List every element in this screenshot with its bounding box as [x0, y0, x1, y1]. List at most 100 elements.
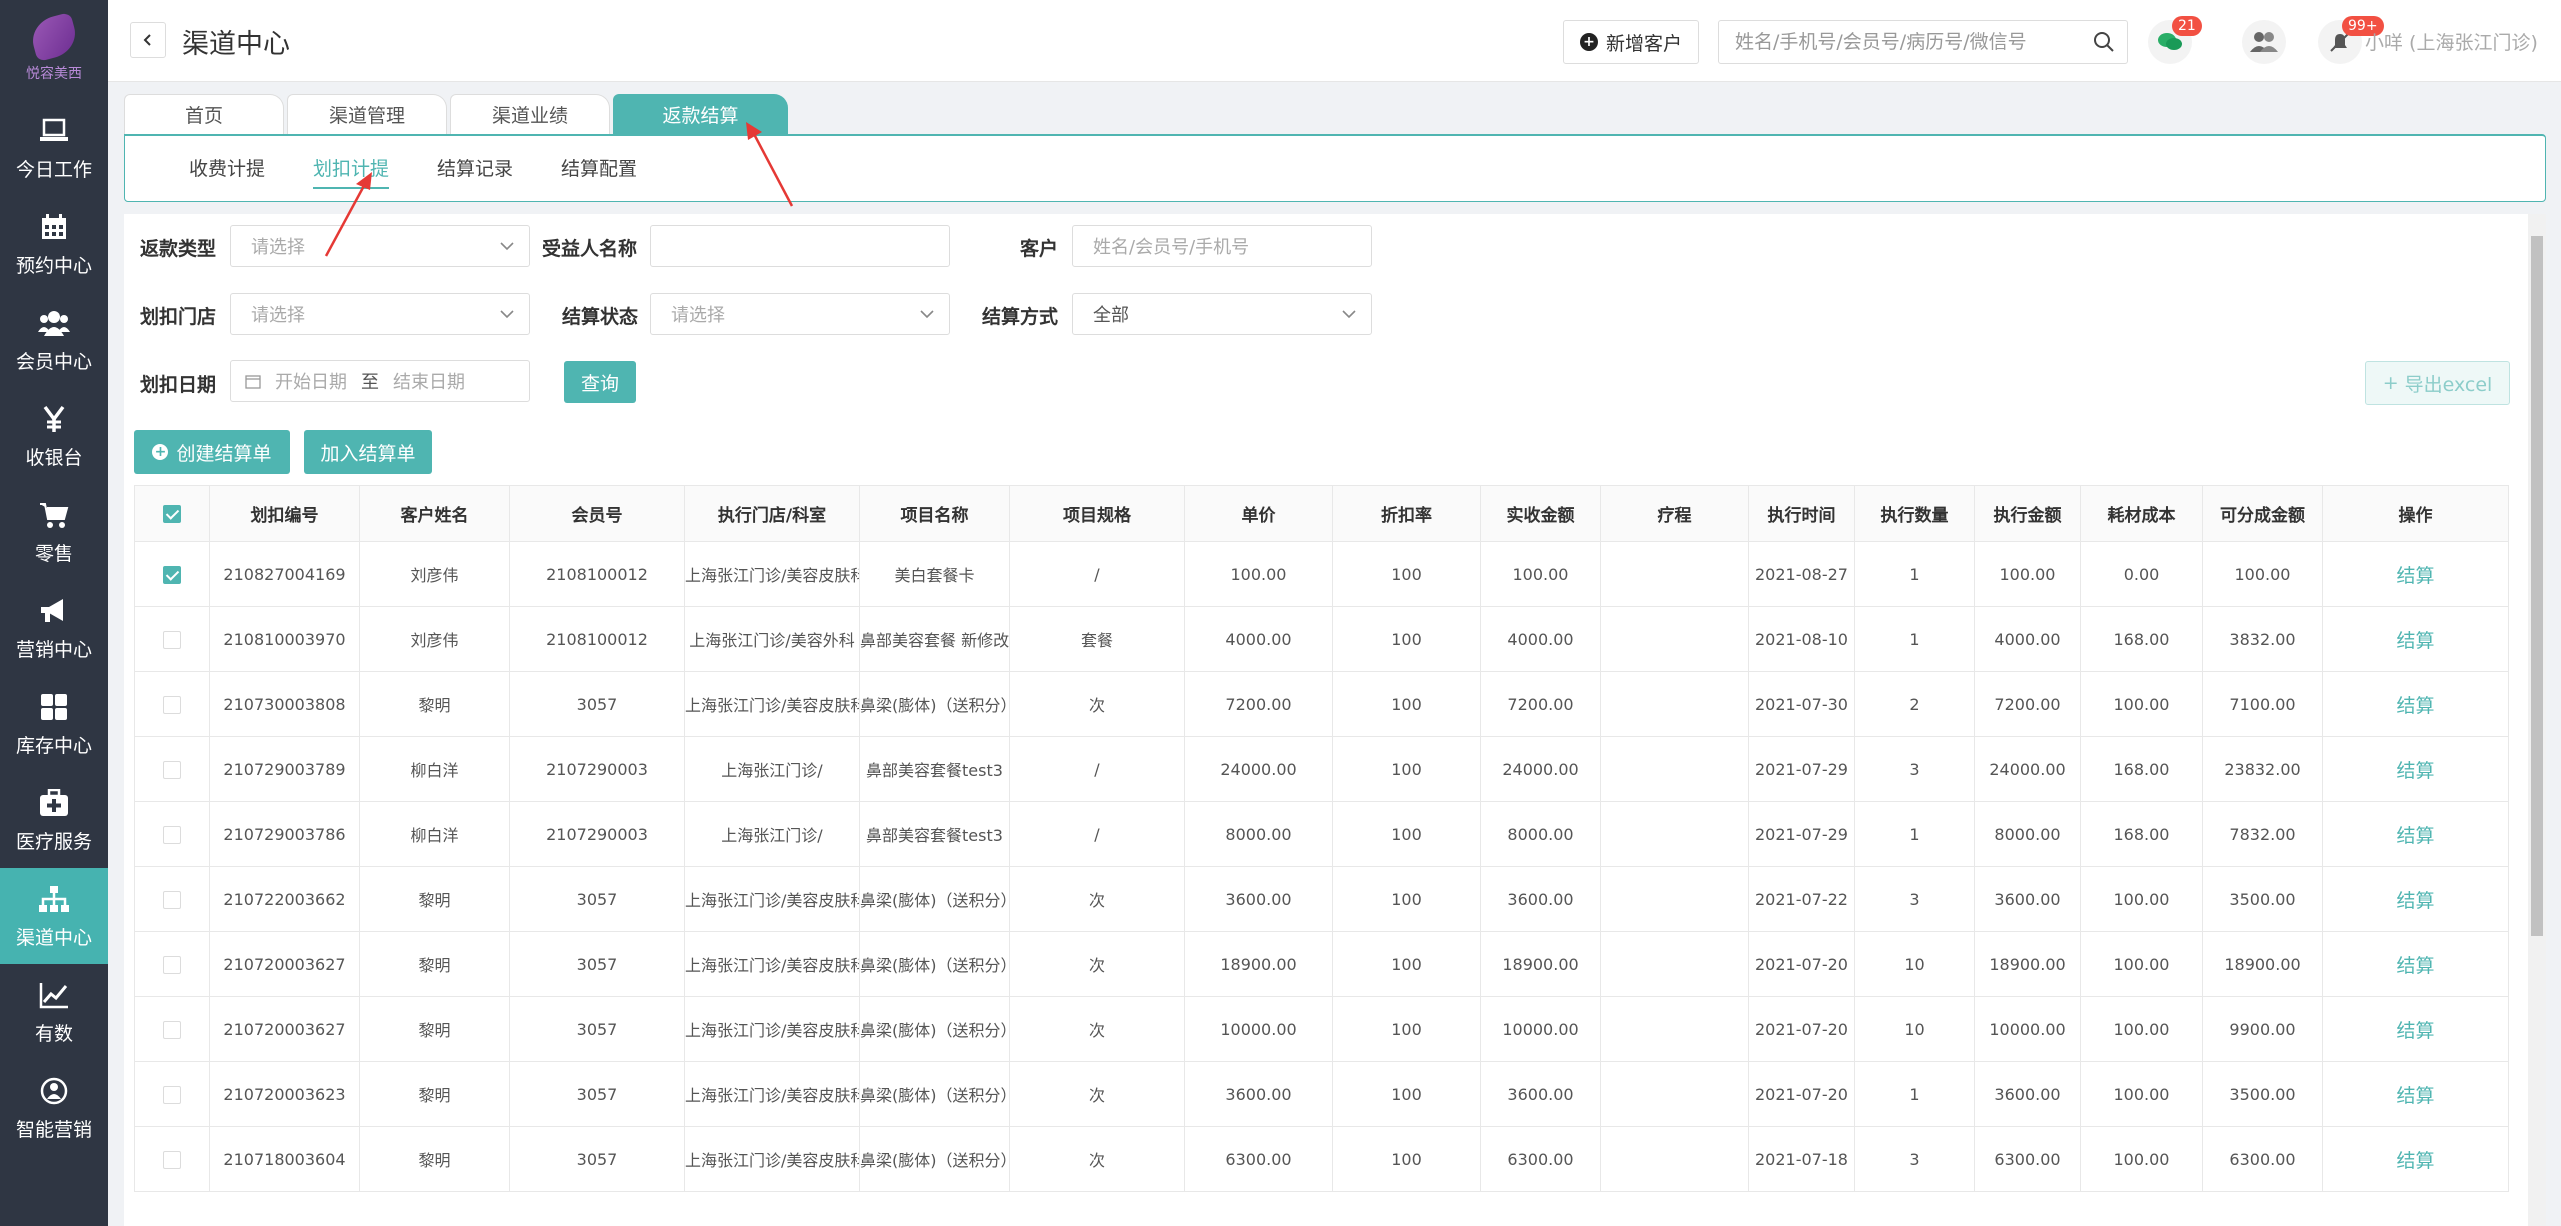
tab-1[interactable]: 渠道管理: [287, 94, 447, 134]
row-checkbox[interactable]: [163, 825, 181, 844]
sidebar-item-4[interactable]: 零售: [0, 484, 108, 580]
subtab-1[interactable]: 划扣计提: [313, 149, 390, 189]
column-header: 折扣率: [1332, 485, 1481, 542]
row-checkbox[interactable]: [163, 890, 181, 909]
table-cell: 10000.00: [1974, 996, 2081, 1062]
table-cell: 3600.00: [1974, 866, 2081, 932]
date-end[interactable]: 结束日期: [393, 368, 465, 394]
tab-2[interactable]: 渠道业绩: [450, 94, 610, 134]
table-cell: 100: [1332, 1061, 1481, 1127]
sidebar-item-9[interactable]: 有数: [0, 964, 108, 1060]
table-cell: /: [1009, 736, 1185, 802]
new-customer-label: 新增客户: [1605, 32, 1682, 55]
header: 渠道中心 + 新增客户 21 99+ 小咩 (上海张江门诊): [108, 0, 2561, 82]
beneficiary-input[interactable]: [650, 225, 950, 267]
subtab-2[interactable]: 结算记录: [437, 149, 513, 189]
row-select-cell: [134, 541, 210, 607]
table-cell: 鼻部美容套餐test3: [859, 736, 1010, 802]
app-logo[interactable]: 悦容美西: [0, 0, 108, 100]
settle-link[interactable]: 结算: [2322, 996, 2509, 1062]
row-checkbox[interactable]: [163, 760, 181, 779]
settle-link[interactable]: 结算: [2322, 931, 2509, 997]
row-checkbox[interactable]: [163, 1020, 181, 1039]
settle-link[interactable]: 结算: [2322, 866, 2509, 932]
vertical-scrollbar[interactable]: [2528, 214, 2546, 1226]
method-label: 结算方式: [982, 306, 1059, 328]
team-button[interactable]: [2242, 20, 2286, 64]
notification-button[interactable]: 99+: [2318, 16, 2384, 64]
table-cell: 上海张江门诊/美容皮肤科: [684, 996, 860, 1062]
row-checkbox[interactable]: [163, 565, 181, 584]
settle-link[interactable]: 结算: [2322, 541, 2509, 607]
table-cell: 24000.00: [1974, 736, 2081, 802]
query-button[interactable]: 查询: [564, 361, 636, 403]
settle-link[interactable]: 结算: [2322, 736, 2509, 802]
subtab-0[interactable]: 收费计提: [189, 149, 265, 189]
join-settlement-button[interactable]: 加入结算单: [304, 430, 432, 474]
row-checkbox[interactable]: [163, 955, 181, 974]
tab-0[interactable]: 首页: [124, 94, 284, 134]
table-cell: 210720003623: [209, 1061, 360, 1127]
table-cell: 100: [1332, 866, 1481, 932]
table-cell: 4000.00: [1974, 606, 2081, 672]
megaphone-icon: [38, 595, 70, 627]
sidebar-item-2[interactable]: 会员中心: [0, 292, 108, 388]
search-icon[interactable]: [2093, 31, 2115, 53]
date-start[interactable]: 开始日期: [275, 368, 347, 394]
settle-link[interactable]: 结算: [2322, 671, 2509, 737]
robot-icon: [38, 1075, 70, 1107]
sidebar-item-10[interactable]: 智能营销: [0, 1060, 108, 1156]
row-checkbox[interactable]: [163, 1085, 181, 1104]
row-checkbox[interactable]: [163, 1150, 181, 1169]
sidebar-item-3[interactable]: 收银台: [0, 388, 108, 484]
settle-link[interactable]: 结算: [2322, 606, 2509, 672]
subtab-3[interactable]: 结算配置: [561, 149, 637, 189]
new-customer-button[interactable]: + 新增客户: [1563, 20, 1699, 64]
table-cell: 上海张江门诊/美容皮肤科: [684, 866, 860, 932]
search-input[interactable]: [1719, 21, 2079, 63]
settle-link[interactable]: 结算: [2322, 801, 2509, 867]
select-all-checkbox[interactable]: [163, 504, 181, 523]
table-cell: 黎明: [359, 671, 510, 737]
sidebar-item-6[interactable]: 库存中心: [0, 676, 108, 772]
table-row: 210729003786 柳白洋 2107290003 上海张江门诊/鼻部美容套餐te…: [134, 801, 2509, 867]
method-select[interactable]: 全部: [1072, 293, 1372, 335]
status-select[interactable]: 请选择: [650, 293, 950, 335]
table-cell: 上海张江门诊/美容皮肤科: [684, 541, 860, 607]
row-checkbox[interactable]: [163, 695, 181, 714]
sidebar-item-5[interactable]: 营销中心: [0, 580, 108, 676]
table-cell: 2107290003: [509, 801, 685, 867]
refund-type-select[interactable]: 请选择: [230, 225, 530, 267]
settle-link[interactable]: 结算: [2322, 1126, 2509, 1192]
table-cell: 黎明: [359, 996, 510, 1062]
table-cell: [1600, 736, 1749, 802]
table-cell: [1600, 801, 1749, 867]
scrollbar-thumb[interactable]: [2531, 236, 2543, 936]
global-search: [1718, 20, 2128, 64]
chat-button[interactable]: 21: [2148, 16, 2202, 64]
table-cell: 168.00: [2080, 606, 2203, 672]
table-cell: 8000.00: [1480, 801, 1601, 867]
create-settlement-label: 创建结算单: [176, 442, 272, 465]
chevron-left-icon: [143, 34, 151, 46]
current-user[interactable]: 小咩 (上海张江门诊): [2365, 28, 2538, 55]
customer-input[interactable]: 姓名/会员号/手机号: [1072, 225, 1372, 267]
table-cell: 3: [1854, 866, 1975, 932]
create-settlement-button[interactable]: + 创建结算单: [134, 430, 290, 474]
tab-3[interactable]: 返款结算: [613, 94, 788, 134]
back-button[interactable]: [130, 22, 166, 58]
sidebar-item-1[interactable]: 预约中心: [0, 196, 108, 292]
store-select[interactable]: 请选择: [230, 293, 530, 335]
row-select-cell: [134, 996, 210, 1062]
date-range-picker[interactable]: 开始日期 至 结束日期: [230, 360, 530, 402]
row-checkbox[interactable]: [163, 630, 181, 649]
settle-link[interactable]: 结算: [2322, 1061, 2509, 1127]
export-excel-button[interactable]: + 导出excel: [2365, 361, 2510, 405]
sidebar-item-0[interactable]: 今日工作: [0, 100, 108, 196]
sidebar-item-label: 渠道中心: [15, 926, 92, 949]
sidebar-item-7[interactable]: 医疗服务: [0, 772, 108, 868]
refund-type-placeholder: 请选择: [251, 237, 305, 258]
sidebar-item-8[interactable]: 渠道中心: [0, 868, 108, 964]
table-cell: 次: [1009, 671, 1185, 737]
table-cell: 10000.00: [1480, 996, 1601, 1062]
